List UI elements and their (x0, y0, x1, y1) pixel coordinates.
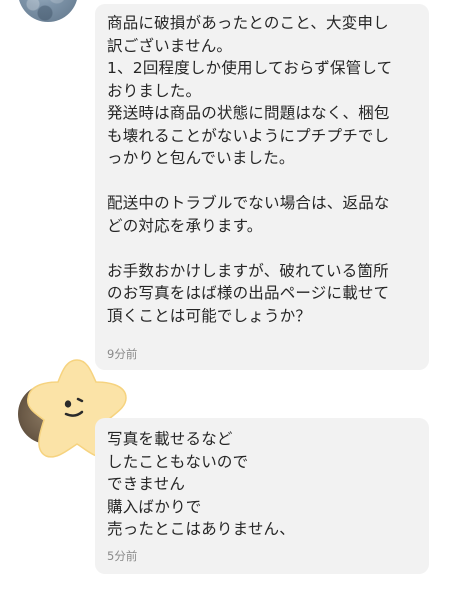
message-bubble: 商品に破損があったとのこと、大変申し 訳ございません。 1、2回程度しか使用して… (95, 4, 429, 370)
message-text: 商品に破損があったとのこと、大変申し 訳ございません。 1、2回程度しか使用して… (107, 14, 393, 325)
avatar-texture (18, 0, 78, 22)
sticker-left-eye (64, 400, 72, 408)
message-bubble: 写真を載せるなど したこともないので できません 購入ばかりで 売ったとこはあり… (95, 418, 429, 574)
user-avatar-icon[interactable] (18, 0, 78, 22)
message-text: 写真を載せるなど したこともないので できません 購入ばかりで 売ったとこはあり… (107, 430, 295, 538)
message-timestamp: 5分前 (107, 549, 138, 563)
